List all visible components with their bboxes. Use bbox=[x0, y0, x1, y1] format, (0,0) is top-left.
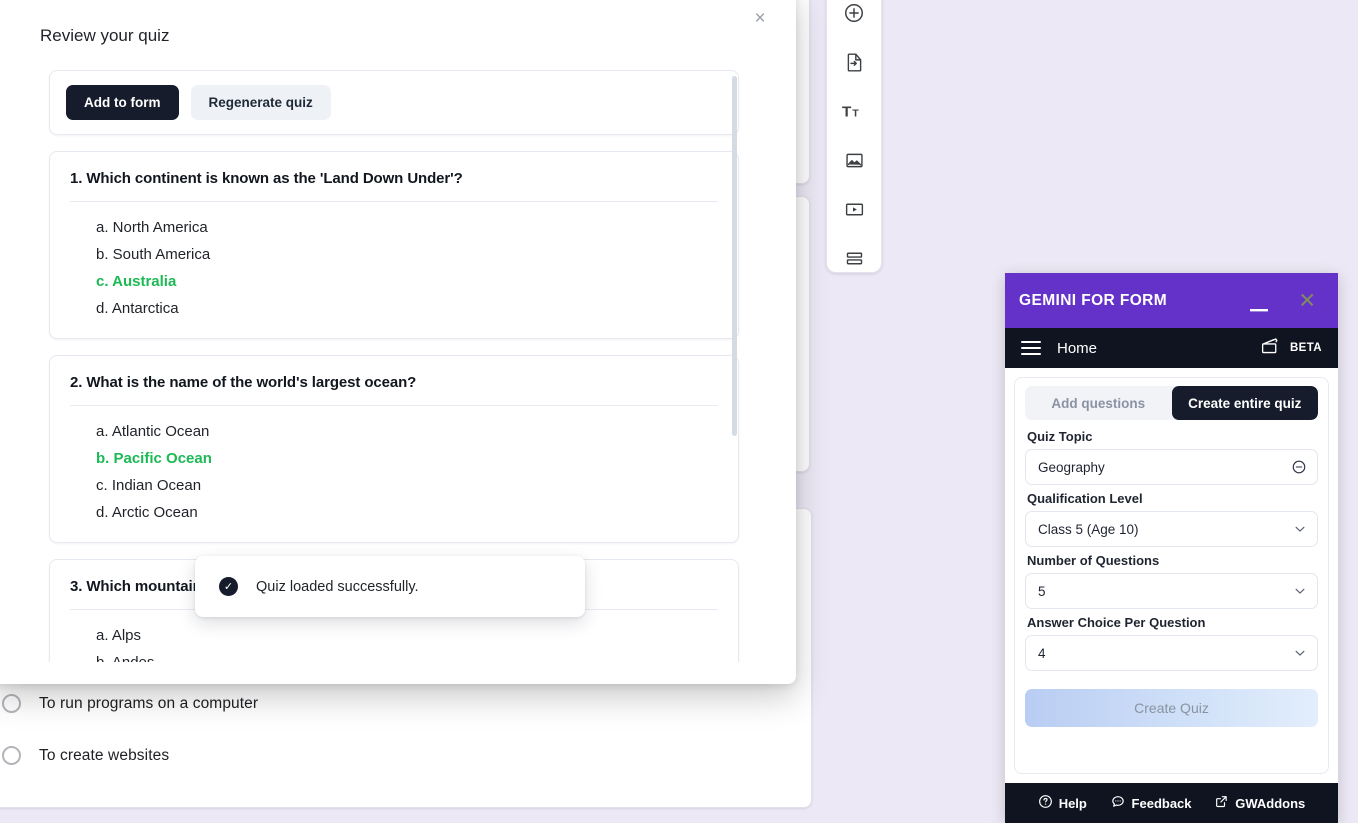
choice-item[interactable]: a. Atlantic Ocean bbox=[96, 418, 718, 445]
chevron-down-icon[interactable] bbox=[1293, 584, 1307, 598]
svg-text:T: T bbox=[842, 104, 852, 121]
number-of-questions-value: 5 bbox=[1038, 583, 1046, 599]
regenerate-quiz-button[interactable]: Regenerate quiz bbox=[190, 85, 331, 120]
qualification-level-value: Class 5 (Age 10) bbox=[1038, 521, 1139, 537]
minus-circle-icon[interactable] bbox=[1291, 459, 1307, 475]
quiz-generator-card: Add questions Create entire quiz Quiz To… bbox=[1014, 377, 1329, 774]
hamburger-menu-icon[interactable] bbox=[1021, 341, 1041, 355]
mode-segmented-control: Add questions Create entire quiz bbox=[1025, 386, 1318, 420]
quiz-topic-label: Quiz Topic bbox=[1027, 429, 1093, 444]
radio-option-row[interactable]: To create websites bbox=[2, 746, 169, 765]
help-label: Help bbox=[1058, 795, 1087, 811]
gwaddons-label: GWAddons bbox=[1235, 795, 1306, 811]
close-icon[interactable]: ✕ bbox=[1298, 290, 1316, 311]
toast-notification: ✓ Quiz loaded successfully. bbox=[195, 556, 585, 617]
choice-item-correct[interactable]: b. Pacific Ocean bbox=[96, 445, 718, 472]
chevron-down-icon[interactable] bbox=[1293, 646, 1307, 660]
help-circle-icon bbox=[1038, 794, 1053, 812]
add-to-form-button[interactable]: Add to form bbox=[66, 85, 179, 120]
tab-add-questions[interactable]: Add questions bbox=[1025, 386, 1172, 420]
number-of-questions-select[interactable]: 5 bbox=[1025, 573, 1318, 609]
feedback-link[interactable]: Feedback bbox=[1110, 794, 1192, 812]
app-root: To run programs on a computer To create … bbox=[0, 0, 1358, 823]
choice-item-correct[interactable]: c. Australia bbox=[96, 268, 718, 295]
gemini-footer: Help Feedback GWAddons bbox=[1005, 783, 1338, 823]
chat-bubble-icon bbox=[1110, 794, 1126, 812]
close-icon[interactable]: × bbox=[746, 4, 774, 32]
quiz-action-bar: Add to form Regenerate quiz bbox=[49, 70, 739, 135]
minimize-icon[interactable] bbox=[1248, 290, 1270, 312]
external-link-icon bbox=[1214, 794, 1229, 812]
question-choices: a. Atlantic Ocean b. Pacific Ocean c. In… bbox=[70, 406, 718, 526]
choice-item[interactable]: b. Andes bbox=[96, 649, 718, 662]
gemini-titlebar: GEMINI FOR FORM ✕ bbox=[1005, 273, 1338, 328]
quiz-topic-input[interactable]: Geography bbox=[1025, 449, 1318, 485]
help-link[interactable]: Help bbox=[1038, 794, 1087, 812]
gemini-title: GEMINI FOR FORM bbox=[1019, 291, 1168, 309]
choice-item[interactable]: b. South America bbox=[96, 241, 718, 268]
svg-text:T: T bbox=[852, 109, 859, 120]
qualification-level-select[interactable]: Class 5 (Age 10) bbox=[1025, 511, 1318, 547]
nav-home-label[interactable]: Home bbox=[1057, 340, 1097, 357]
form-editor-toolbar: T T bbox=[826, 0, 882, 273]
question-title: 2. What is the name of the world's large… bbox=[70, 374, 718, 406]
number-of-questions-label: Number of Questions bbox=[1027, 553, 1160, 568]
radio-option-label: To run programs on a computer bbox=[39, 694, 259, 712]
answer-choice-per-question-label: Answer Choice Per Question bbox=[1027, 615, 1206, 630]
gemini-body: Add questions Create entire quiz Quiz To… bbox=[1005, 368, 1338, 783]
modal-scrollbar[interactable] bbox=[732, 76, 737, 436]
check-circle-icon: ✓ bbox=[219, 577, 238, 596]
toast-message: Quiz loaded successfully. bbox=[256, 578, 419, 595]
question-card: 2. What is the name of the world's large… bbox=[49, 355, 739, 543]
choice-item[interactable]: d. Arctic Ocean bbox=[96, 499, 718, 526]
answer-choice-per-question-select[interactable]: 4 bbox=[1025, 635, 1318, 671]
tab-create-entire-quiz[interactable]: Create entire quiz bbox=[1171, 386, 1318, 420]
qualification-level-label: Qualification Level bbox=[1027, 491, 1143, 506]
chevron-down-icon[interactable] bbox=[1293, 522, 1307, 536]
import-questions-icon[interactable] bbox=[840, 48, 868, 76]
add-title-icon[interactable]: T T bbox=[840, 97, 868, 125]
feedback-label: Feedback bbox=[1131, 795, 1192, 811]
choice-item[interactable]: c. Indian Ocean bbox=[96, 472, 718, 499]
radio-button-icon[interactable] bbox=[2, 746, 21, 765]
choice-item[interactable]: a. North America bbox=[96, 214, 718, 241]
navbar-right-group: BETA bbox=[1260, 337, 1322, 360]
question-title: 1. Which continent is known as the 'Land… bbox=[70, 170, 718, 202]
add-image-icon[interactable] bbox=[840, 146, 868, 174]
question-card: 1. Which continent is known as the 'Land… bbox=[49, 151, 739, 339]
choice-item[interactable]: a. Alps bbox=[96, 622, 718, 649]
answer-choice-per-question-value: 4 bbox=[1038, 645, 1046, 661]
radio-option-label: To create websites bbox=[39, 746, 170, 764]
gwaddons-link[interactable]: GWAddons bbox=[1214, 794, 1305, 812]
question-choices: a. Alps b. Andes c. Himalayas d. Rocky M… bbox=[70, 610, 718, 662]
quiz-topic-value: Geography bbox=[1038, 459, 1105, 475]
add-section-icon[interactable] bbox=[840, 244, 868, 272]
add-icon[interactable] bbox=[840, 0, 868, 27]
radio-button-icon[interactable] bbox=[2, 694, 21, 713]
beta-badge: BETA bbox=[1289, 342, 1322, 354]
create-quiz-button[interactable]: Create Quiz bbox=[1025, 689, 1318, 727]
clapperboard-icon[interactable] bbox=[1260, 337, 1280, 360]
radio-option-row[interactable]: To run programs on a computer bbox=[2, 694, 258, 713]
gemini-for-form-panel: GEMINI FOR FORM ✕ Home BETA Add question… bbox=[1005, 273, 1338, 823]
gemini-navbar: Home BETA bbox=[1005, 328, 1338, 368]
choice-item[interactable]: d. Antarctica bbox=[96, 295, 718, 322]
add-video-icon[interactable] bbox=[840, 195, 868, 223]
question-choices: a. North America b. South America c. Aus… bbox=[70, 202, 718, 322]
modal-title: Review your quiz bbox=[40, 26, 170, 45]
